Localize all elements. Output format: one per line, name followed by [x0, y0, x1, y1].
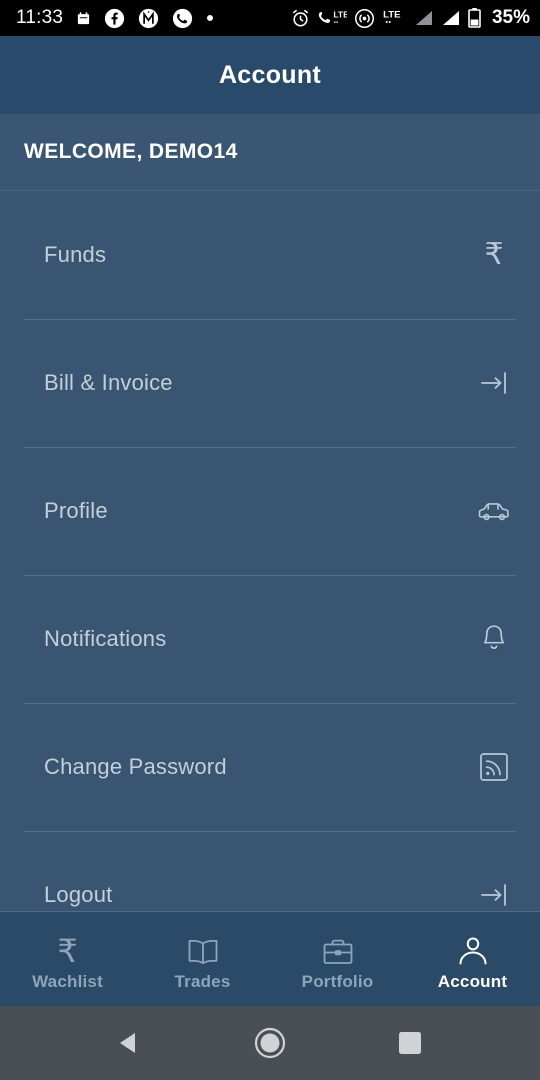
briefcase-icon: [321, 931, 355, 967]
lte-icon: LTE: [382, 8, 407, 29]
welcome-banner: WELCOME, DEMO14: [0, 114, 540, 191]
status-bar-clock: 11:33: [16, 7, 64, 28]
signal-bars-2-icon: [441, 9, 461, 27]
status-bar: 11:33 LT LTE 35%: [0, 0, 540, 36]
page-title: Account: [218, 60, 322, 89]
menu-item-label: Bill & Invoice: [44, 370, 173, 395]
android-navigation-bar: [0, 1006, 540, 1080]
rss-feed-icon: [472, 745, 516, 789]
rupee-icon: ₹: [484, 237, 504, 272]
facebook-icon: [104, 8, 125, 29]
menu-item-change-password[interactable]: Change Password: [0, 703, 540, 831]
nav-tab-label: Wachlist: [32, 971, 103, 991]
menu-item-label: Change Password: [44, 754, 227, 779]
book-icon: [185, 931, 221, 967]
logout-arrow-icon: [472, 361, 516, 405]
alarm-icon: [290, 8, 311, 29]
bottom-navigation: ₹ Wachlist Trades Portfolio Account: [0, 911, 540, 1006]
svg-text:LTE: LTE: [383, 9, 401, 20]
app-badge-icon: [138, 8, 159, 29]
menu-item-label: Funds: [44, 242, 107, 267]
menu-item-label: Logout: [44, 882, 113, 907]
dot-icon: [206, 14, 214, 22]
phone-screen: 11:33 LT LTE 35% Account WELCOME, DEMO14…: [0, 0, 540, 1080]
menu-item-profile[interactable]: Profile: [0, 447, 540, 575]
back-triangle-icon[interactable]: [100, 1013, 160, 1073]
nav-tab-label: Portfolio: [301, 971, 374, 991]
call-lte-icon: LTE: [318, 8, 347, 29]
car-icon: [472, 489, 516, 533]
app-bar: Account: [0, 36, 540, 114]
recents-square-icon[interactable]: [380, 1013, 440, 1073]
hotspot-icon: [354, 8, 375, 29]
status-bar-left: 11:33: [16, 7, 214, 29]
battery-percentage: 35%: [491, 7, 530, 28]
nav-tab-portfolio[interactable]: Portfolio: [270, 912, 405, 1006]
nav-tab-label: Trades: [174, 971, 231, 991]
signal-bars-1-icon: [414, 9, 434, 27]
menu-item-label: Profile: [44, 498, 108, 523]
menu-item-funds[interactable]: Funds ₹: [0, 191, 540, 319]
menu-item-bill-invoice[interactable]: Bill & Invoice: [0, 319, 540, 447]
calendar-icon: [76, 11, 91, 26]
home-circle-icon[interactable]: [240, 1013, 300, 1073]
rupee-icon: ₹: [57, 931, 78, 970]
nav-tab-watchlist[interactable]: ₹ Wachlist: [0, 912, 135, 1006]
menu-item-logout[interactable]: Logout: [0, 831, 540, 911]
whatsapp-icon: [172, 8, 193, 29]
svg-text:LTE: LTE: [333, 9, 347, 19]
logout-arrow-icon: [472, 873, 516, 911]
battery-icon: [468, 8, 481, 28]
menu-item-notifications[interactable]: Notifications: [0, 575, 540, 703]
bell-icon: [472, 617, 516, 661]
welcome-text: WELCOME, DEMO14: [24, 140, 238, 163]
nav-tab-trades[interactable]: Trades: [135, 912, 270, 1006]
status-bar-right: LTE LTE: [290, 7, 530, 29]
menu-item-label: Notifications: [44, 626, 167, 651]
account-menu-list: Funds ₹ Bill & Invoice Profile Notificat…: [0, 191, 540, 911]
nav-tab-label: Account: [437, 971, 508, 991]
nav-tab-account[interactable]: Account: [405, 912, 540, 1006]
person-icon: [456, 931, 490, 967]
